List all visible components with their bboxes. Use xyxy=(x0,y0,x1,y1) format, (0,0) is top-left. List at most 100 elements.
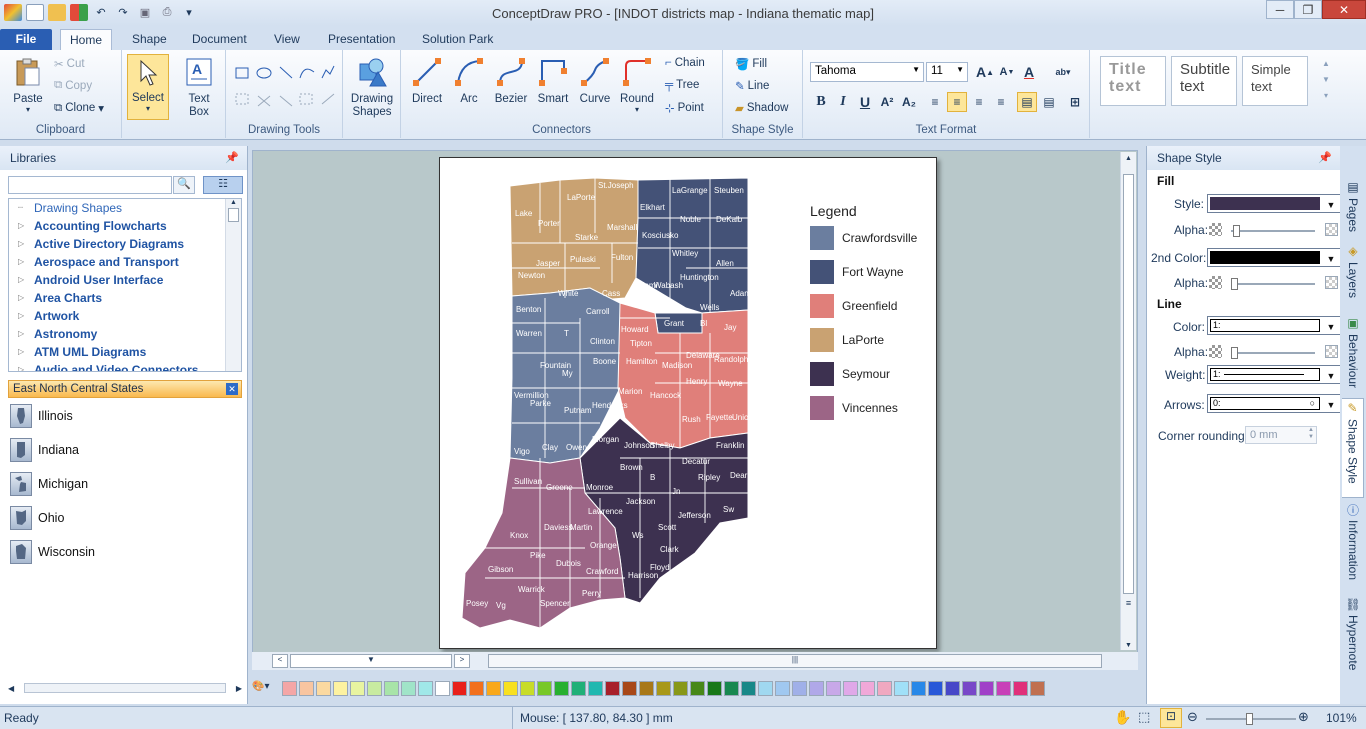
library-item[interactable]: ▷ Astronomy xyxy=(9,325,241,343)
palette-color-swatch[interactable] xyxy=(571,680,586,696)
palette-color-swatch[interactable] xyxy=(911,680,926,696)
text-options-icon[interactable]: ⊞ xyxy=(1065,92,1085,112)
drawing-tools-icons[interactable] xyxy=(234,64,338,114)
prev-page-icon[interactable]: < xyxy=(272,654,288,668)
palette-options-icon[interactable]: 🎨▾ xyxy=(252,681,280,696)
line-weight-select[interactable]: 1: ▼ xyxy=(1207,365,1341,384)
canvas-hscrollbar[interactable]: < ▼ > ||| xyxy=(252,652,1138,670)
palette-color-swatch[interactable] xyxy=(996,680,1011,696)
zoom-in-icon[interactable]: ⊕ xyxy=(1298,709,1309,725)
palette-color-swatch[interactable] xyxy=(979,680,994,696)
palette-color-swatch[interactable] xyxy=(435,680,450,696)
paste-button[interactable]: Paste ▾ xyxy=(8,56,48,114)
close-button[interactable]: ✕ xyxy=(1322,0,1366,19)
bezier-button[interactable]: Bezier xyxy=(493,56,529,105)
round-button[interactable]: Round ▾ xyxy=(617,56,657,114)
palette-color-swatch[interactable] xyxy=(690,680,705,696)
palette-color-swatch[interactable] xyxy=(622,680,637,696)
cut-button[interactable]: ✂ Cut xyxy=(54,57,85,71)
zoom-out-icon[interactable]: ⊖ xyxy=(1187,709,1198,725)
library-item[interactable]: ▷ Audio and Video Connectors xyxy=(9,361,241,371)
next-page-icon[interactable]: > xyxy=(454,654,470,668)
line-alpha-slider[interactable] xyxy=(1231,347,1315,359)
palette-color-swatch[interactable] xyxy=(282,680,297,696)
text-case-icon[interactable]: ab▾ xyxy=(1053,62,1073,82)
palette-color-swatch[interactable] xyxy=(707,680,722,696)
library-hscrollbar[interactable]: ◀ ▶ xyxy=(8,680,242,696)
drawing-page[interactable]: Lake Porter LaPorte St.Joseph Newton Jas… xyxy=(439,157,937,649)
tab-shape-style[interactable]: ✎ Shape Style xyxy=(1342,398,1364,498)
palette-color-swatch[interactable] xyxy=(962,680,977,696)
style-title-text[interactable]: Title text xyxy=(1100,56,1166,106)
palette-color-swatch[interactable] xyxy=(537,680,552,696)
palette-color-swatch[interactable] xyxy=(469,680,484,696)
align-right-icon[interactable]: ≡ xyxy=(969,92,989,112)
library-scrollbar[interactable]: ▲ xyxy=(225,199,241,371)
tree-button[interactable]: ╤ Tree xyxy=(665,79,699,91)
palette-color-swatch[interactable] xyxy=(401,680,416,696)
palette-color-swatch[interactable] xyxy=(826,680,841,696)
palette-color-swatch[interactable] xyxy=(1030,680,1045,696)
page-select[interactable]: ▼ xyxy=(290,654,452,668)
bold-icon[interactable]: B xyxy=(811,92,831,112)
library-section-header[interactable]: East North Central States ✕ xyxy=(8,380,242,398)
fill-alpha-slider[interactable] xyxy=(1231,225,1315,237)
chain-button[interactable]: ⌐ Chain xyxy=(665,57,705,69)
palette-color-swatch[interactable] xyxy=(503,680,518,696)
library-shape-indiana[interactable]: Indiana xyxy=(10,436,79,464)
palette-color-swatch[interactable] xyxy=(367,680,382,696)
font-color-icon[interactable]: A xyxy=(1019,62,1039,82)
copy-button[interactable]: ⧉ Copy xyxy=(54,79,92,92)
palette-color-swatch[interactable] xyxy=(843,680,858,696)
italic-icon[interactable]: I xyxy=(833,92,853,112)
tab-file[interactable]: File xyxy=(0,29,52,50)
palette-color-swatch[interactable] xyxy=(741,680,756,696)
minimize-button[interactable]: ─ xyxy=(1266,0,1294,19)
line-color-select[interactable]: 1: ▼ xyxy=(1207,316,1341,335)
palette-color-swatch[interactable] xyxy=(554,680,569,696)
align-left-icon[interactable]: ≡ xyxy=(925,92,945,112)
palette-color-swatch[interactable] xyxy=(452,680,467,696)
library-item[interactable]: ▷ Artwork xyxy=(9,307,241,325)
palette-color-swatch[interactable] xyxy=(758,680,773,696)
tab-pages[interactable]: ▤ Pages xyxy=(1342,178,1364,232)
underline-icon[interactable]: U xyxy=(855,92,875,112)
palette-color-swatch[interactable] xyxy=(656,680,671,696)
select-button[interactable]: Select ▾ xyxy=(127,54,169,120)
palette-color-swatch[interactable] xyxy=(333,680,348,696)
library-shape-illinois[interactable]: Illinois xyxy=(10,402,73,430)
canvas-vscrollbar[interactable]: ▲ ≡ ▼ xyxy=(1120,152,1136,650)
palette-color-swatch[interactable] xyxy=(299,680,314,696)
pan-icon[interactable]: ✋ xyxy=(1114,709,1131,726)
corner-rounding-input[interactable]: 0 mm ▲ ▼ xyxy=(1245,426,1317,444)
valign-bottom-icon[interactable]: ▤ xyxy=(1039,92,1059,112)
restore-button[interactable]: ❐ xyxy=(1294,0,1322,19)
pin-icon[interactable]: 📌 xyxy=(1318,151,1332,164)
palette-color-swatch[interactable] xyxy=(639,680,654,696)
library-shape-wisconsin[interactable]: Wisconsin xyxy=(10,538,95,566)
library-item[interactable]: ▷ ATM UML Diagrams xyxy=(9,343,241,361)
valign-middle-icon[interactable]: ▤ xyxy=(1017,92,1037,112)
align-center-icon[interactable]: ≡ xyxy=(947,92,967,112)
line-button[interactable]: ✎ Line xyxy=(735,79,769,93)
tab-presentation[interactable]: Presentation xyxy=(319,29,404,50)
tab-home[interactable]: Home xyxy=(60,29,113,50)
style-simple-text[interactable]: Simple text xyxy=(1242,56,1308,106)
view-mode-icon[interactable]: ☷ xyxy=(203,176,243,194)
curve-button[interactable]: Curve xyxy=(577,56,613,105)
palette-color-swatch[interactable] xyxy=(792,680,807,696)
palette-color-swatch[interactable] xyxy=(928,680,943,696)
fit-page-icon[interactable]: ⊡ xyxy=(1160,708,1182,728)
tab-view[interactable]: View xyxy=(265,29,309,50)
library-item[interactable]: ▷ Accounting Flowcharts xyxy=(9,217,241,235)
second-color-select[interactable]: ▼ xyxy=(1207,248,1341,267)
palette-color-swatch[interactable] xyxy=(775,680,790,696)
palette-color-swatch[interactable] xyxy=(1013,680,1028,696)
text-box-button[interactable]: A Text Box xyxy=(179,56,219,119)
styles-gallery-scroll[interactable]: ▲ ▼ ▾ xyxy=(1320,56,1332,108)
pin-icon[interactable]: 📌 xyxy=(225,151,239,164)
palette-color-swatch[interactable] xyxy=(588,680,603,696)
library-search-input[interactable] xyxy=(8,176,172,194)
zoom-slider[interactable] xyxy=(1206,713,1296,725)
close-icon[interactable]: ✕ xyxy=(226,383,238,395)
